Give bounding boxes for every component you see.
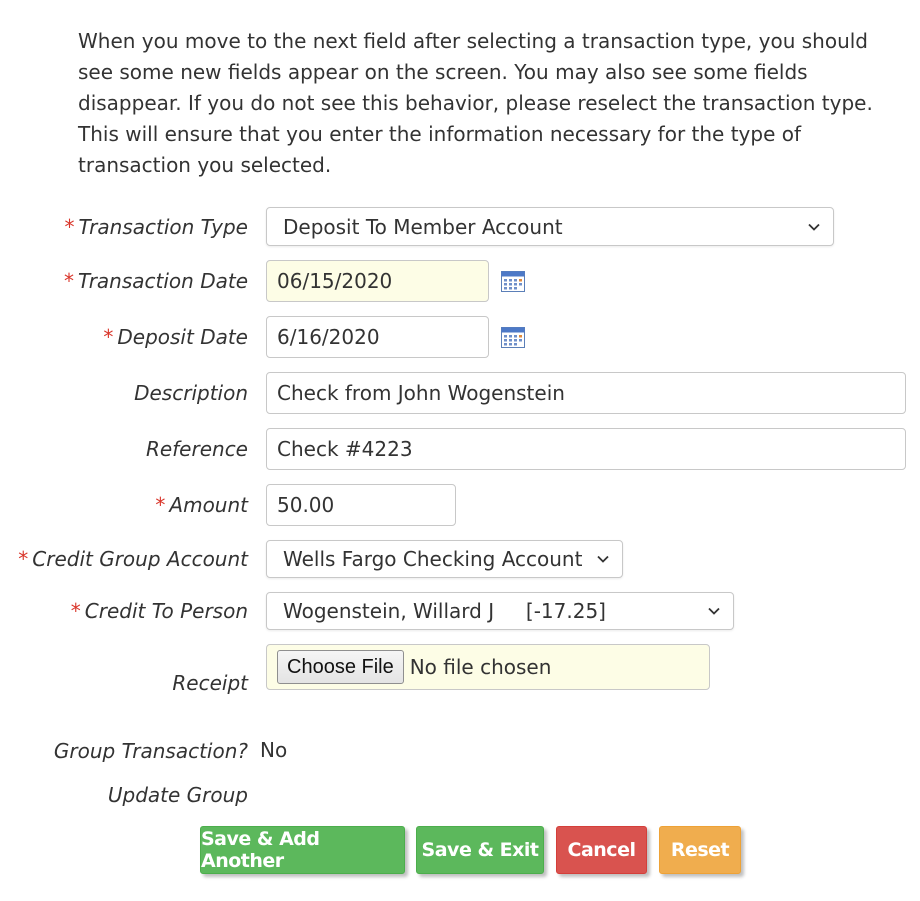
cancel-button[interactable]: Cancel — [556, 826, 647, 874]
amount-input[interactable]: 50.00 — [266, 484, 456, 526]
description-label: Description — [134, 381, 248, 405]
required-marker: * — [64, 269, 75, 293]
reference-input[interactable]: Check #4223 — [266, 428, 906, 470]
choose-file-button[interactable]: Choose File — [277, 650, 404, 684]
save-add-another-button[interactable]: Save & Add Another — [200, 826, 405, 874]
amount-label: * Amount — [155, 493, 248, 517]
chevron-down-icon — [597, 555, 609, 563]
required-marker: * — [64, 215, 75, 239]
calendar-icon[interactable] — [501, 326, 525, 348]
required-marker: * — [103, 325, 114, 349]
credit-group-account-select[interactable]: Wells Fargo Checking Account — [266, 540, 623, 578]
group-transaction-label: Group Transaction? — [53, 739, 248, 763]
required-marker: * — [18, 547, 29, 571]
calendar-icon[interactable] — [501, 270, 525, 292]
transaction-type-label: * Transaction Type — [64, 215, 248, 239]
file-status-text: No file chosen — [409, 655, 552, 679]
group-transaction-value: No — [260, 738, 288, 762]
transaction-date-input[interactable]: 06/15/2020 — [266, 260, 489, 302]
transaction-date-label: * Transaction Date — [64, 269, 248, 293]
deposit-date-label: * Deposit Date — [103, 325, 248, 349]
transaction-type-select[interactable]: Deposit To Member Account — [266, 207, 834, 246]
update-group-label: Update Group — [107, 783, 248, 807]
chevron-down-icon — [708, 607, 720, 615]
required-marker: * — [70, 599, 81, 623]
chevron-down-icon — [808, 223, 820, 231]
credit-to-person-select[interactable]: Wogenstein, Willard J [-17.25] — [266, 592, 734, 630]
credit-group-account-label: * Credit Group Account — [18, 547, 248, 571]
receipt-label: Receipt — [172, 671, 248, 695]
save-exit-button[interactable]: Save & Exit — [416, 826, 544, 874]
credit-to-person-label: * Credit To Person — [70, 599, 248, 623]
transaction-type-value: Deposit To Member Account — [283, 214, 563, 239]
receipt-file-input[interactable]: Choose File No file chosen — [266, 644, 710, 690]
instructions-text: When you move to the next field after se… — [78, 29, 873, 177]
description-input[interactable]: Check from John Wogenstein — [266, 372, 906, 414]
required-marker: * — [155, 493, 166, 517]
reference-label: Reference — [145, 437, 248, 461]
deposit-date-input[interactable]: 6/16/2020 — [266, 316, 489, 358]
reset-button[interactable]: Reset — [659, 826, 741, 874]
